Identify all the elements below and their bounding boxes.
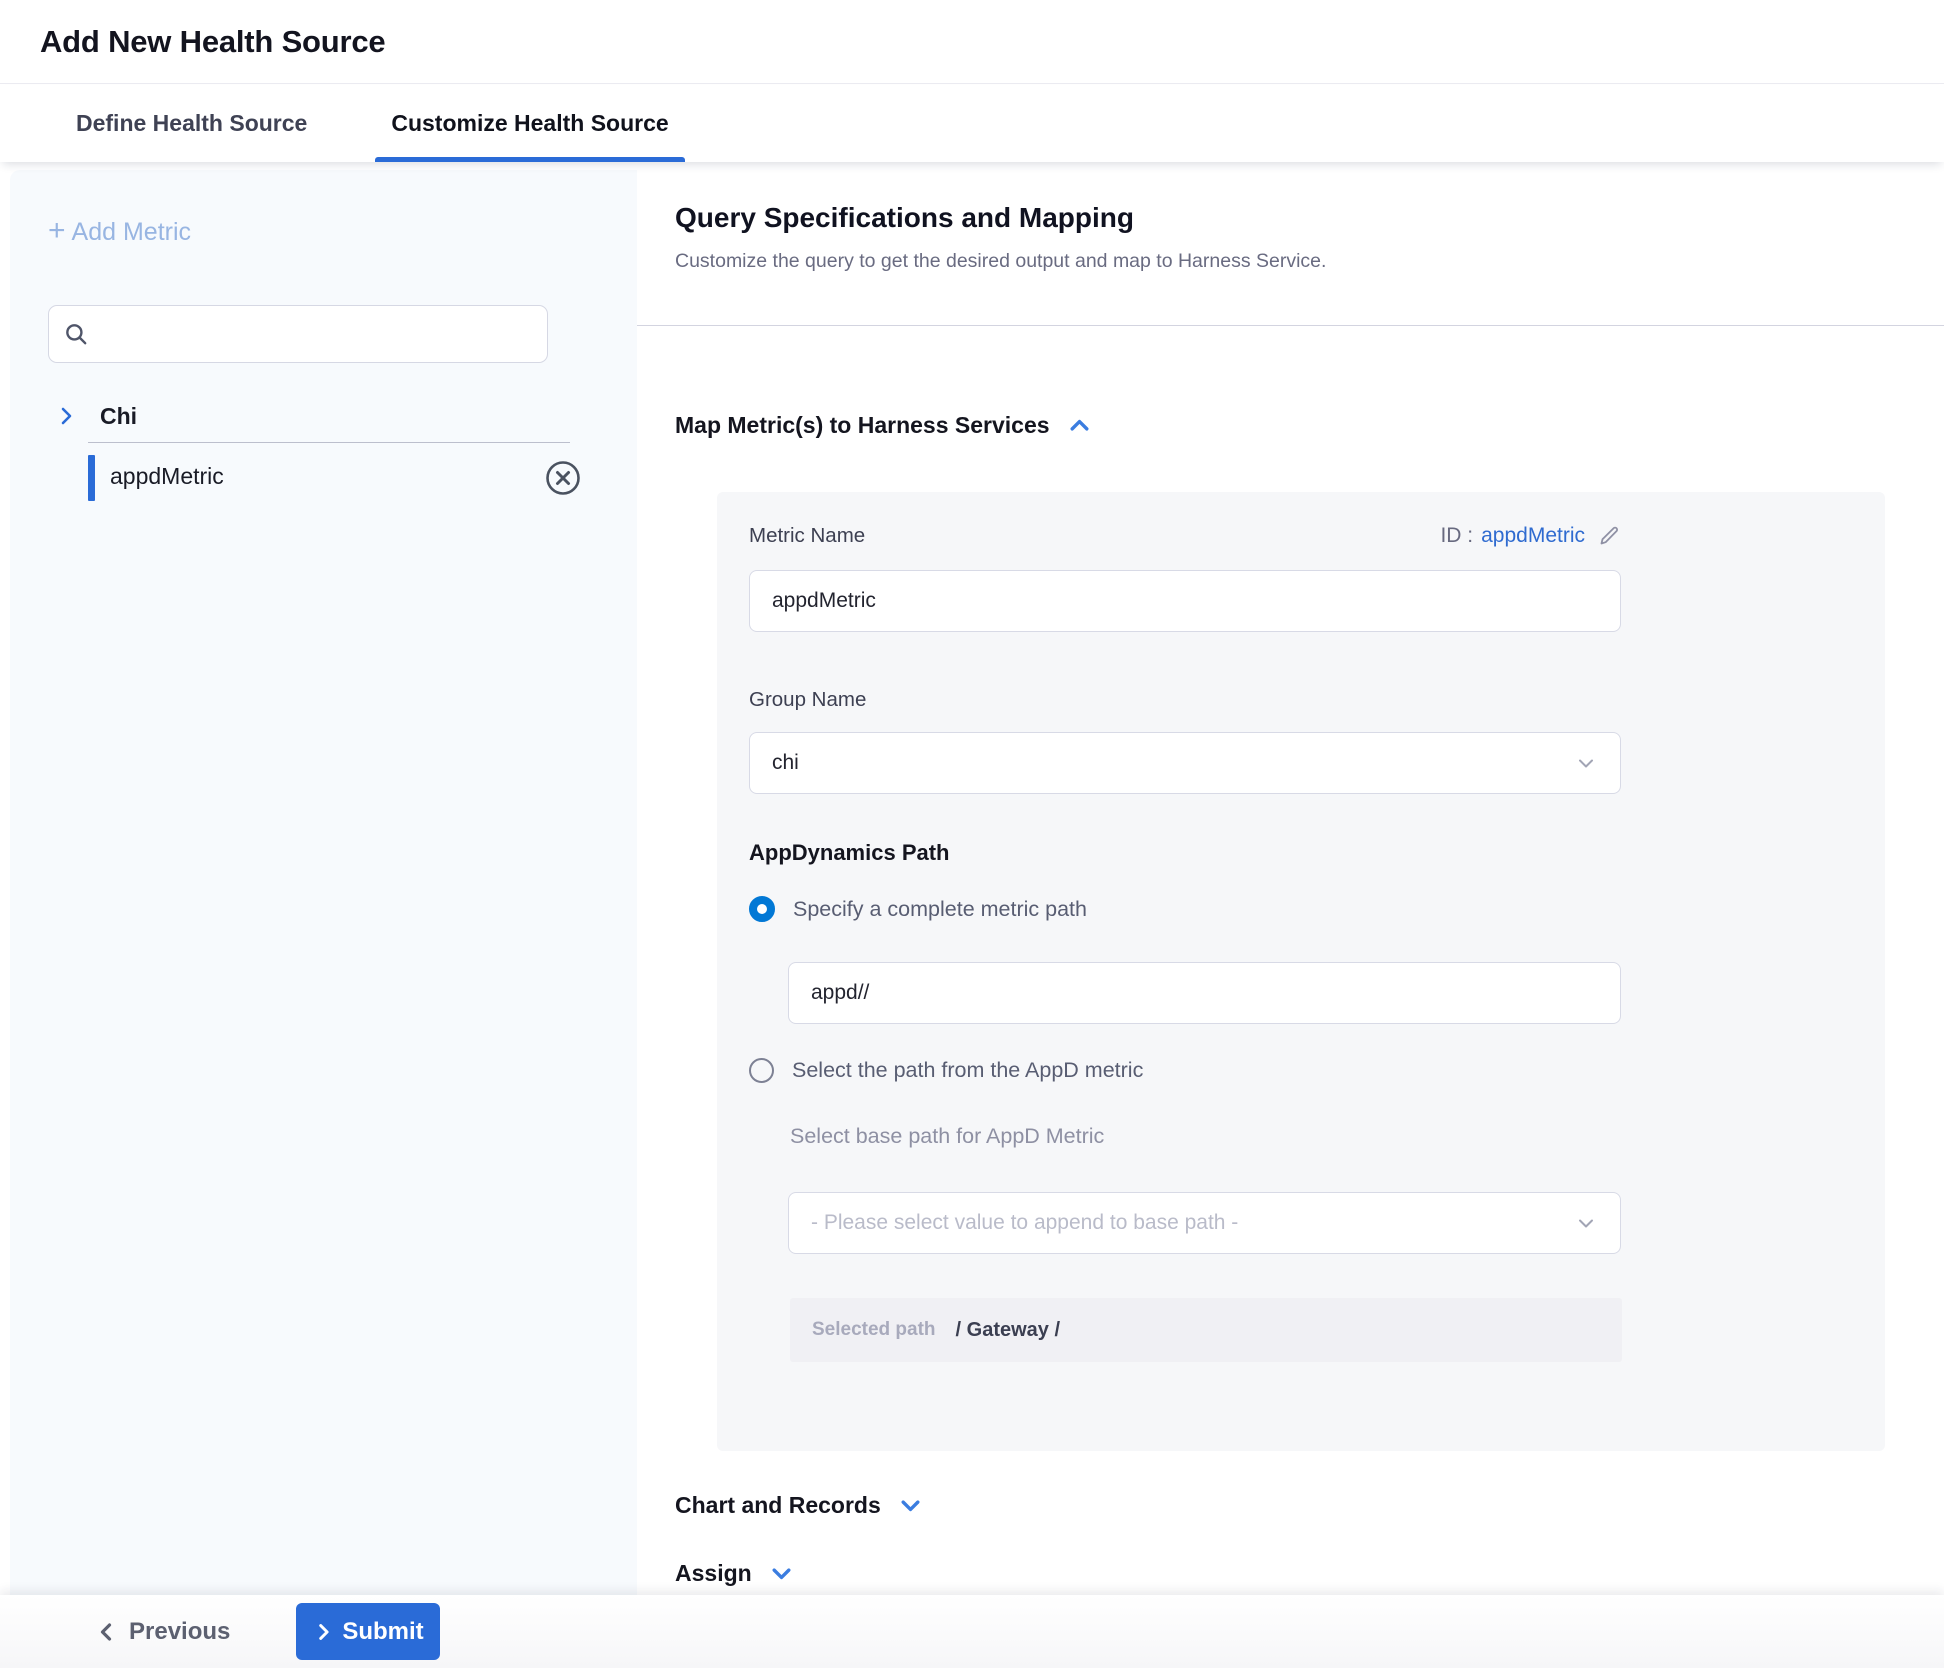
edit-pencil-icon[interactable] [1597, 524, 1621, 548]
section-map-metrics-header[interactable]: Map Metric(s) to Harness Services [675, 412, 1093, 439]
add-metric-button[interactable]: + Add Metric [48, 218, 191, 247]
base-path-placeholder: - Please select value to append to base … [811, 1211, 1238, 1235]
selected-path-box: Selected path / Gateway / [790, 1298, 1622, 1362]
radio-unselected-icon[interactable] [749, 1058, 774, 1083]
panel-subheading: Customize the query to get the desired o… [675, 250, 1326, 273]
metric-id-group: ID : appdMetric [1440, 524, 1621, 548]
id-label: ID : [1440, 524, 1473, 548]
complete-metric-path-input[interactable] [788, 962, 1621, 1024]
remove-metric-icon[interactable] [543, 458, 583, 498]
metric-search-box [48, 305, 548, 363]
chevron-right-icon[interactable] [54, 404, 78, 428]
radio-label: Select the path from the AppD metric [792, 1058, 1143, 1083]
appdynamics-path-label: AppDynamics Path [749, 840, 950, 866]
tab-define-health-source[interactable]: Define Health Source [60, 85, 323, 162]
metric-group-label: Chi [100, 403, 137, 430]
radio-selected-icon[interactable] [749, 896, 775, 922]
section-chart-records-header[interactable]: Chart and Records [675, 1492, 924, 1519]
previous-label: Previous [129, 1618, 230, 1646]
base-path-label: Select base path for AppD Metric [790, 1124, 1104, 1149]
section-title: Map Metric(s) to Harness Services [675, 412, 1050, 439]
group-name-select[interactable]: chi [749, 732, 1621, 794]
previous-button[interactable]: Previous [95, 1618, 230, 1646]
metric-item-label: appdMetric [110, 463, 224, 490]
query-spec-panel: Query Specifications and Mapping Customi… [637, 162, 1944, 1595]
radio-complete-metric-path[interactable]: Specify a complete metric path [749, 896, 1087, 922]
dialog-footer: Previous Submit [0, 1595, 1944, 1668]
base-path-select[interactable]: - Please select value to append to base … [788, 1192, 1621, 1254]
radio-select-appd-path[interactable]: Select the path from the AppD metric [749, 1058, 1143, 1083]
metrics-sidebar: + Add Metric Chi appdMetric [10, 170, 637, 1595]
radio-label: Specify a complete metric path [793, 897, 1087, 922]
selected-path-value: / Gateway / [956, 1319, 1061, 1342]
plus-icon: + [48, 216, 66, 246]
metric-search-input[interactable] [99, 306, 533, 362]
submit-button[interactable]: Submit [296, 1603, 440, 1660]
chevron-up-icon[interactable] [1066, 412, 1093, 439]
chevron-down-icon[interactable] [897, 1492, 924, 1519]
metric-name-input[interactable] [749, 570, 1621, 632]
chevron-right-icon [312, 1621, 334, 1643]
section-title: Chart and Records [675, 1492, 881, 1519]
group-divider [88, 442, 570, 443]
section-assign-header[interactable]: Assign [675, 1560, 795, 1587]
group-name-value: chi [772, 751, 799, 775]
tab-label: Customize Health Source [391, 110, 668, 137]
submit-label: Submit [342, 1618, 423, 1646]
search-icon [63, 321, 89, 347]
dialog-header: Add New Health Source [0, 0, 1944, 84]
section-title: Assign [675, 1560, 752, 1587]
chevron-down-icon[interactable] [768, 1560, 795, 1587]
map-metric-card: Metric Name ID : appdMetric Group Name c… [717, 492, 1885, 1451]
tab-customize-health-source[interactable]: Customize Health Source [375, 85, 684, 162]
active-tab-indicator [375, 157, 684, 162]
metric-id-link[interactable]: appdMetric [1481, 524, 1585, 548]
add-health-source-dialog: Add New Health Source Define Health Sour… [0, 0, 1944, 1668]
metric-name-row: Metric Name ID : appdMetric [749, 524, 1621, 548]
selected-metric-indicator [88, 455, 95, 501]
panel-divider [637, 325, 1944, 326]
chevron-down-icon [1574, 1211, 1598, 1235]
page-title: Add New Health Source [40, 24, 385, 60]
group-name-label: Group Name [749, 688, 866, 712]
chevron-left-icon [95, 1620, 119, 1644]
metric-group-row-chi[interactable]: Chi [10, 392, 637, 440]
tab-bar: Define Health Source Customize Health So… [0, 85, 1944, 162]
metric-name-label: Metric Name [749, 524, 865, 548]
metric-item-appdmetric[interactable]: appdMetric [10, 452, 637, 504]
panel-heading: Query Specifications and Mapping [675, 202, 1134, 234]
chevron-down-icon [1574, 751, 1598, 775]
dialog-content: + Add Metric Chi appdMetric [0, 162, 1944, 1595]
add-metric-label: Add Metric [72, 218, 191, 247]
tab-label: Define Health Source [76, 110, 307, 137]
selected-path-label: Selected path [812, 1319, 936, 1341]
